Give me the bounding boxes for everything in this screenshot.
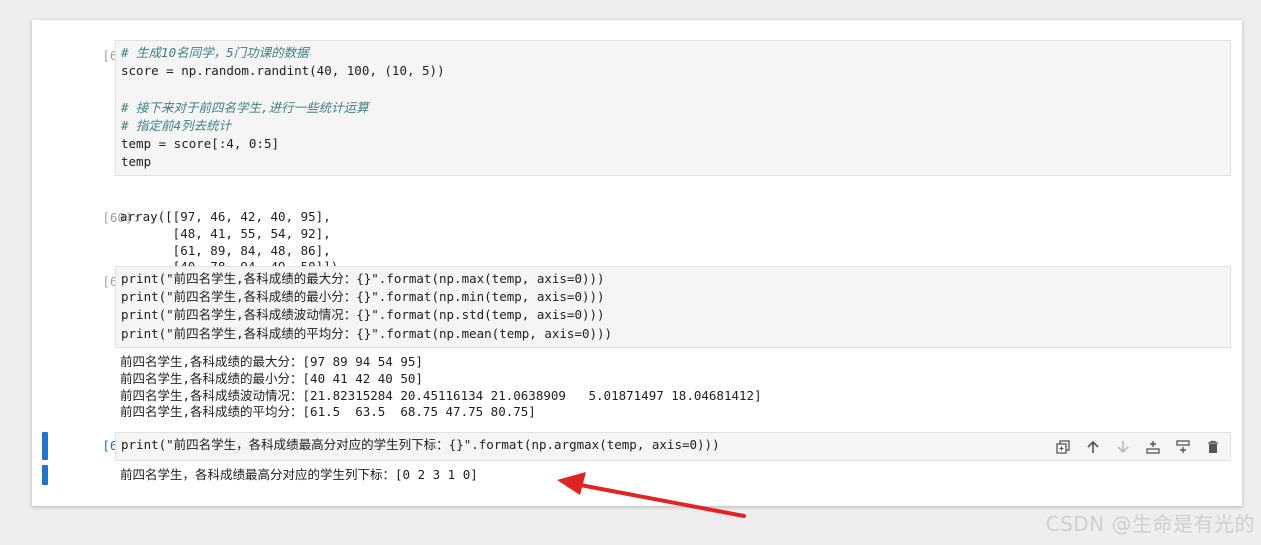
annotation-arrow: [557, 472, 746, 518]
watermark: CSDN @生命是有光的: [1045, 512, 1255, 536]
